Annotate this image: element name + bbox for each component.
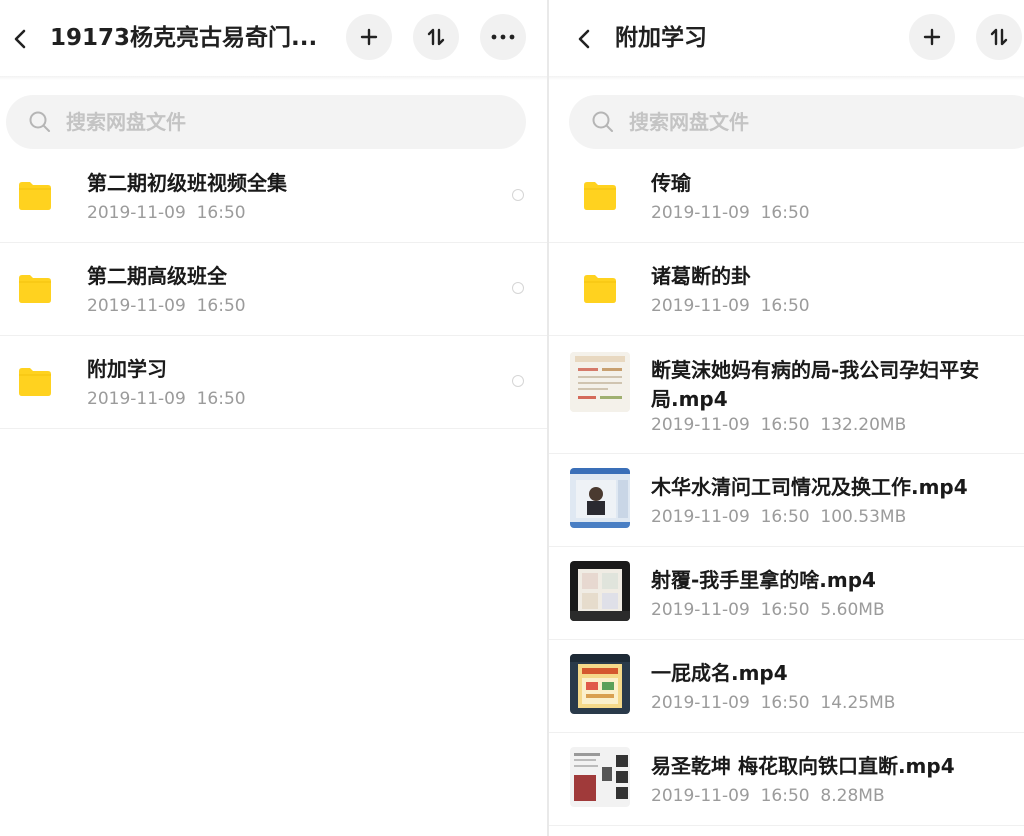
item-size: 5.60MB <box>820 600 885 620</box>
folder-icon <box>19 182 51 210</box>
item-time: 16:50 <box>760 507 810 527</box>
chevron-left-icon <box>14 29 26 49</box>
video-thumbnail <box>570 654 630 714</box>
item-name: 第二期高级班全 <box>87 264 227 288</box>
item-time: 16:50 <box>760 786 810 806</box>
video-thumbnail <box>570 561 630 621</box>
item-date: 2019-11-09 <box>87 203 186 223</box>
select-radio[interactable] <box>512 189 524 201</box>
item-size: 132.20MB <box>820 415 907 435</box>
item-meta: 2019-11-09 16:50 <box>651 296 810 316</box>
list-item[interactable]: 断莫沫她妈有病的局-我公司孕妇平安局.mp4 2019-11-09 16:50 … <box>549 336 1024 454</box>
file-list: 第二期初级班视频全集 2019-11-09 16:50 第二期高级班全 2019… <box>0 150 547 429</box>
item-meta: 2019-11-09 16:50 <box>87 203 246 223</box>
item-name: 易圣乾坤 梅花取向铁口直断.mp4 <box>651 754 955 778</box>
folder-icon <box>19 368 51 396</box>
item-name: 射覆-我手里拿的啥.mp4 <box>651 568 876 592</box>
right-panel: 附加学习 传瑜 2019-11-09 16:50 <box>549 0 1024 836</box>
item-size: 14.25MB <box>820 693 896 713</box>
list-item[interactable]: 第二期初级班视频全集 2019-11-09 16:50 <box>0 150 547 243</box>
folder-icon <box>19 275 51 303</box>
item-meta: 2019-11-09 16:50 5.60MB <box>651 600 885 620</box>
page-title: 附加学习 <box>615 25 707 51</box>
item-meta: 2019-11-09 16:50 100.53MB <box>651 507 906 527</box>
list-item[interactable]: 木华水清问工司情况及换工作.mp4 2019-11-09 16:50 100.5… <box>549 454 1024 547</box>
header-divider <box>549 76 1024 80</box>
chevron-left-icon <box>578 29 590 49</box>
item-name: 木华水清问工司情况及换工作.mp4 <box>651 475 968 499</box>
more-horizontal-icon <box>491 34 515 40</box>
sort-button[interactable] <box>976 14 1022 60</box>
sort-icon <box>427 28 445 46</box>
item-time: 16:50 <box>760 600 810 620</box>
add-button[interactable] <box>346 14 392 60</box>
item-time: 16:50 <box>760 415 810 435</box>
plus-icon <box>923 28 941 46</box>
item-name: 断莫沫她妈有病的局-我公司孕妇平安局.mp4 <box>651 358 980 411</box>
item-date: 2019-11-09 <box>651 786 750 806</box>
video-thumbnail <box>570 352 630 412</box>
left-panel: 19173杨克亮古易奇门... 搜索网盘文件 第二期初级班视频全集 2019-1… <box>0 0 547 836</box>
search-input[interactable] <box>66 95 506 149</box>
item-meta: 2019-11-09 16:50 <box>651 203 810 223</box>
list-item[interactable]: 传瑜 2019-11-09 16:50 <box>549 150 1024 243</box>
sort-button[interactable] <box>413 14 459 60</box>
item-size: 8.28MB <box>820 786 885 806</box>
sort-icon <box>990 28 1008 46</box>
add-button[interactable] <box>909 14 955 60</box>
item-time: 16:50 <box>196 296 246 316</box>
plus-icon <box>360 28 378 46</box>
file-list: 传瑜 2019-11-09 16:50 诸葛断的卦 2019-11-09 16:… <box>549 150 1024 826</box>
item-date: 2019-11-09 <box>651 415 750 435</box>
item-time: 16:50 <box>196 389 246 409</box>
item-date: 2019-11-09 <box>651 296 750 316</box>
more-button[interactable] <box>480 14 526 60</box>
back-button[interactable] <box>2 20 40 58</box>
header-divider <box>0 76 547 80</box>
list-item[interactable]: 诸葛断的卦 2019-11-09 16:50 <box>549 243 1024 336</box>
item-meta: 2019-11-09 16:50 8.28MB <box>651 786 885 806</box>
item-meta: 2019-11-09 16:50 14.25MB <box>651 693 895 713</box>
item-date: 2019-11-09 <box>651 203 750 223</box>
video-thumbnail <box>570 468 630 528</box>
folder-icon <box>584 182 616 210</box>
folder-icon <box>584 275 616 303</box>
item-meta: 2019-11-09 16:50 132.20MB <box>651 415 906 435</box>
search-input[interactable] <box>629 95 1019 149</box>
item-name: 第二期初级班视频全集 <box>87 171 287 195</box>
left-header: 19173杨克亮古易奇门... <box>0 0 547 76</box>
item-name: 传瑜 <box>651 171 691 195</box>
search-bar[interactable] <box>6 95 526 149</box>
item-time: 16:50 <box>760 203 810 223</box>
item-date: 2019-11-09 <box>87 296 186 316</box>
list-item[interactable]: 一屁成名.mp4 2019-11-09 16:50 14.25MB <box>549 640 1024 733</box>
list-item[interactable]: 附加学习 2019-11-09 16:50 <box>0 336 547 429</box>
item-date: 2019-11-09 <box>87 389 186 409</box>
item-name: 附加学习 <box>87 357 167 381</box>
video-thumbnail <box>570 747 630 807</box>
search-bar[interactable] <box>569 95 1024 149</box>
item-time: 16:50 <box>760 296 810 316</box>
select-radio[interactable] <box>512 375 524 387</box>
list-item[interactable]: 易圣乾坤 梅花取向铁口直断.mp4 2019-11-09 16:50 8.28M… <box>549 733 1024 826</box>
item-time: 16:50 <box>760 693 810 713</box>
item-date: 2019-11-09 <box>651 693 750 713</box>
select-radio[interactable] <box>512 282 524 294</box>
item-time: 16:50 <box>196 203 246 223</box>
item-date: 2019-11-09 <box>651 600 750 620</box>
item-name: 一屁成名.mp4 <box>651 661 788 685</box>
page-title: 19173杨克亮古易奇门... <box>50 25 318 51</box>
list-item[interactable]: 第二期高级班全 2019-11-09 16:50 <box>0 243 547 336</box>
right-header: 附加学习 <box>549 0 1024 76</box>
item-size: 100.53MB <box>820 507 907 527</box>
item-meta: 2019-11-09 16:50 <box>87 296 246 316</box>
search-icon <box>29 111 50 132</box>
back-button[interactable] <box>566 20 604 58</box>
item-name: 诸葛断的卦 <box>651 264 751 288</box>
item-meta: 2019-11-09 16:50 <box>87 389 246 409</box>
search-icon <box>592 111 613 132</box>
list-item[interactable]: 射覆-我手里拿的啥.mp4 2019-11-09 16:50 5.60MB <box>549 547 1024 640</box>
item-date: 2019-11-09 <box>651 507 750 527</box>
